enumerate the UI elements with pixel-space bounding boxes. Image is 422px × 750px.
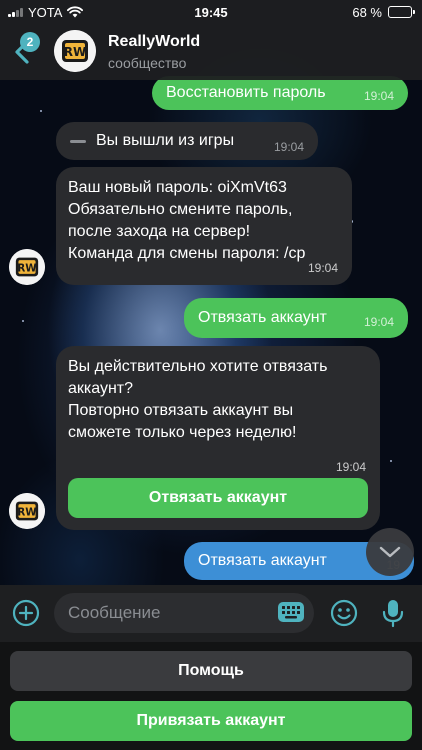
message-line: Ваш новый пароль: oiXmVt63 (68, 179, 287, 196)
message-composer: Сообщение (0, 585, 422, 642)
plus-icon[interactable] (12, 599, 40, 627)
unread-badge: 2 (20, 32, 40, 52)
incoming-message[interactable]: Ваш новый пароль: oiXmVt63 Обязательно с… (56, 167, 352, 285)
message-placeholder: Сообщение (68, 603, 161, 622)
message-time: 19:04 (307, 261, 338, 275)
message-line: Команда для смены пароля: /cp (68, 245, 306, 262)
status-bar: YOTA 19:45 68 % (0, 0, 422, 24)
message-text: Отвязать аккаунт (198, 309, 327, 326)
message-text: Восстановить пароль (166, 84, 326, 101)
message-time: 19:04 (335, 460, 366, 474)
reallyworld-logo: RW (54, 30, 96, 72)
message-line: аккаунт? (68, 380, 134, 397)
chevron-down-icon (379, 546, 401, 558)
battery-icon (388, 6, 415, 18)
svg-text:RW: RW (64, 45, 86, 59)
svg-text:RW: RW (17, 506, 36, 518)
service-message: Вы вышли из игры 19:04 (56, 122, 318, 160)
chat-header: 2 RW ReallyWorld сообщество (0, 24, 422, 80)
message-time: 19:04 (363, 315, 394, 329)
message-line: Вы действительно хотите отвязать (68, 358, 328, 375)
community-avatar[interactable]: RW (54, 30, 96, 72)
reallyworld-logo: RW (9, 249, 45, 285)
mic-icon[interactable] (381, 598, 405, 628)
unlink-account-inline-button[interactable]: Отвязать аккаунт (68, 478, 368, 518)
scroll-down-button[interactable] (366, 528, 414, 576)
sender-avatar[interactable]: RW (9, 249, 45, 285)
chat-title[interactable]: ReallyWorld (108, 33, 200, 51)
message-line: сможете только через неделю! (68, 424, 297, 441)
emoji-icon[interactable] (330, 599, 358, 627)
help-button[interactable]: Помощь (10, 651, 412, 691)
incoming-message[interactable]: Вы действительно хотите отвязать аккаунт… (56, 346, 380, 530)
keyboard-icon[interactable] (276, 598, 306, 626)
message-line: Повторно отвязать аккаунт вы (68, 402, 294, 419)
svg-text:RW: RW (17, 262, 36, 274)
reallyworld-logo: RW (9, 493, 45, 529)
outgoing-message[interactable]: Отвязать аккаунт 19:04 (184, 298, 408, 338)
message-text: Отвязать аккаунт (198, 552, 327, 569)
message-text: Вы вышли из игры (96, 132, 235, 149)
battery-percent: 68 % (352, 4, 382, 20)
link-account-button[interactable]: Привязать аккаунт (10, 701, 412, 741)
message-line: Обязательно смените пароль, (68, 201, 293, 218)
message-time: 19:04 (363, 89, 394, 103)
message-time: 19:04 (273, 140, 304, 154)
outgoing-message[interactable]: Восстановить пароль 19:04 (152, 76, 408, 110)
chat-subtitle: сообщество (108, 55, 187, 71)
message-input[interactable]: Сообщение (54, 593, 314, 633)
message-line: после захода на сервер! (68, 223, 251, 240)
sender-avatar[interactable]: RW (9, 493, 45, 529)
divider-icon (70, 139, 86, 143)
